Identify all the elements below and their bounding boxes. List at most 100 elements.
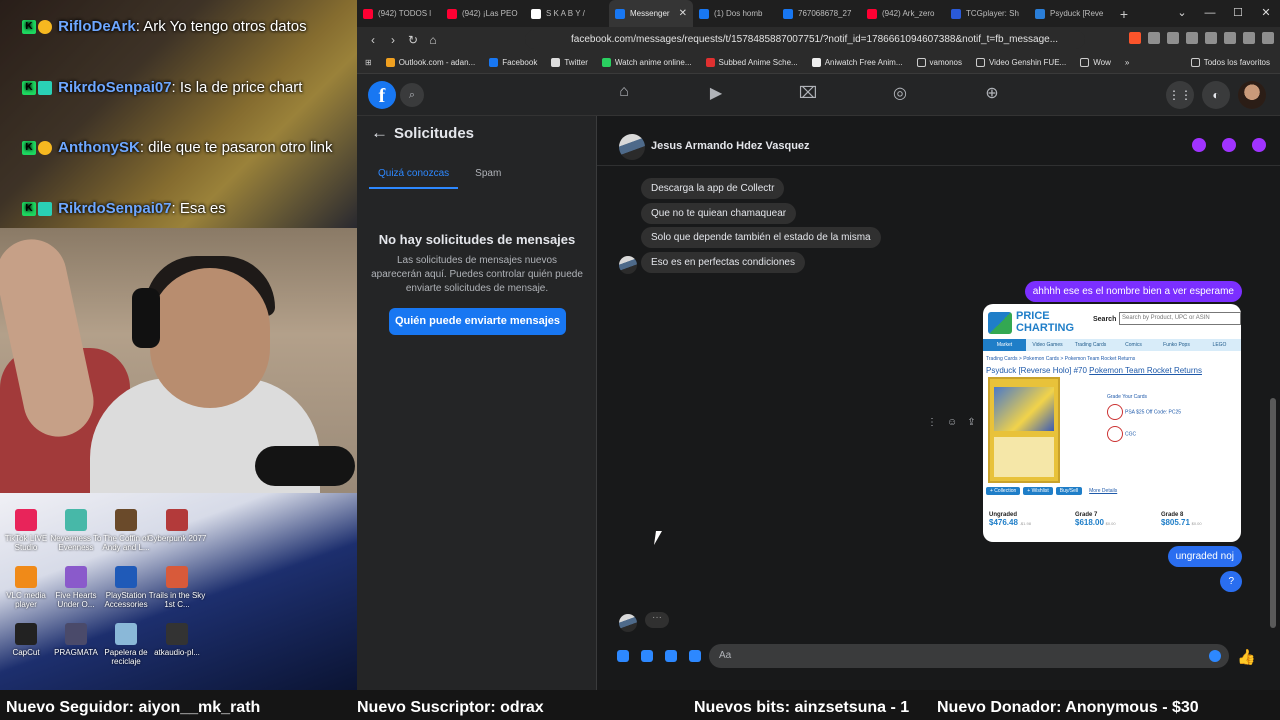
price-change: $0.00 [1105,521,1116,526]
requests-title: Solicitudes [394,125,475,142]
microphone-icon[interactable] [617,650,629,662]
extension-icon[interactable] [1186,32,1198,44]
notifications-icon[interactable]: ◐ [1202,81,1230,109]
marketplace-icon[interactable]: ⌧ [791,83,825,103]
menu-icon[interactable] [1262,32,1274,44]
all-bookmarks[interactable]: Todos los favoritos [1190,58,1270,67]
message-incoming[interactable]: Solo que depende también el estado de la… [641,227,881,248]
thumbs-up-icon[interactable]: 👍 [1237,648,1256,666]
extension-icon[interactable] [1243,32,1255,44]
desktop-icon-atkaudio[interactable]: atkaudio-pl... [147,623,207,657]
bookmark-folder[interactable]: vamonos [916,58,962,67]
bookmark-label: Twitter [564,58,588,67]
message-outgoing[interactable]: ahhhh ese es el nombre bien a ver espera… [1024,281,1242,302]
more-options-icon[interactable]: ⋮ [927,417,937,428]
extension-icon[interactable] [1205,32,1217,44]
message-incoming[interactable]: Eso es en perfectas condiciones [641,252,805,273]
browser-tab[interactable]: (942) TODOS l [357,0,441,27]
avatar[interactable] [1238,81,1266,109]
close-tab-icon[interactable]: ✕ [679,8,687,19]
pricecharting-logo-icon [988,312,1012,334]
minimize-icon[interactable]: — [1196,0,1224,27]
browser-tab[interactable]: (942) Ark_zero [861,0,945,27]
search-icon[interactable]: ⌕ [400,83,424,107]
bookmark-folder[interactable]: Wow [1080,58,1111,67]
phone-call-icon[interactable] [1192,138,1206,152]
facebook-logo-icon[interactable]: f [368,81,396,109]
url-field[interactable]: facebook.com/messages/requests/t/1578485… [525,30,1085,49]
extension-icon[interactable] [1167,32,1179,44]
back-arrow-icon[interactable]: ← [371,123,388,143]
image-attachment[interactable]: PRICE CHARTING Search Search by Product,… [983,304,1241,542]
message-outgoing[interactable]: ? [1220,571,1242,592]
stream-ticker: Nuevo Seguidor: aiyon__mk_rath Nuevo Sus… [0,690,1280,720]
vlc-cone-icon [15,566,37,588]
message-input[interactable]: Aa [709,644,1229,668]
message-incoming[interactable]: Descarga la app de Collectr [641,178,785,199]
sub-badge-icon [38,202,52,217]
video-call-icon[interactable] [1222,138,1236,152]
webcam-face [150,268,270,408]
info-icon[interactable] [1252,138,1266,152]
image-icon[interactable] [641,650,653,662]
back-icon[interactable]: ‹ [363,33,383,47]
browser-tab[interactable]: TCGplayer: Sh [945,0,1029,27]
extension-icon[interactable] [1224,32,1236,44]
react-icon[interactable]: ☺ [947,417,957,428]
tab-label: TCGplayer: Sh [966,9,1019,18]
close-window-icon[interactable]: ✕ [1252,0,1280,27]
bookmark-label: vamonos [929,58,962,67]
psa-grade: PSA $25 Off Code: PC25 [1107,404,1181,420]
message-outgoing[interactable]: ungraded noj [1167,546,1242,567]
who-can-message-button[interactable]: Quién puede enviarte mensajes [389,308,566,335]
bookmark-item[interactable]: Twitter [551,58,588,67]
folder-icon [1080,58,1090,67]
forward-icon[interactable]: ⇪ [967,417,975,428]
reload-icon[interactable]: ↻ [403,33,423,47]
desktop-icon-cyberpunk[interactable]: Cyberpunk 2077 [147,509,207,543]
scrollbar-thumb[interactable] [1270,398,1276,628]
tab-search-icon[interactable]: ⌄ [1168,0,1196,27]
emoji-icon[interactable] [1209,650,1221,662]
browser-tab[interactable]: (1) Dos homb [693,0,777,27]
gaming-icon[interactable]: ⊕ [975,83,1009,103]
bookmark-folder[interactable]: Video Genshin FUE... [975,58,1066,67]
browser-tab[interactable]: 767068678_27 [777,0,861,27]
brave-shield-icon[interactable] [1129,32,1141,44]
chat-username: RikrdoSenpai07 [58,200,172,217]
extension-icon[interactable] [1148,32,1160,44]
price-cell: Grade 7 $618.00 $0.00 [1069,512,1155,542]
bookmark-item[interactable]: Watch anime online... [601,58,692,67]
message-incoming[interactable]: Que no te quiean chamaquear [641,203,797,224]
apps-grid-icon[interactable]: ⊞ [365,58,372,67]
new-tab-button[interactable]: + [1113,6,1135,22]
contact-name[interactable]: Jesus Armando Hdez Vasquez [651,140,810,152]
scrollbar[interactable] [1270,172,1276,628]
avatar[interactable] [619,134,645,160]
video-icon[interactable]: ▶ [699,83,733,103]
bookmark-item[interactable]: Facebook [489,58,537,67]
home-icon[interactable]: ⌂ [607,83,641,103]
forward-icon[interactable]: › [383,33,403,47]
bookmark-item[interactable]: Aniwatch Free Anim... [811,58,903,67]
gif-icon[interactable] [689,650,701,662]
tab-maybe-know[interactable]: Quizá conozcas [369,163,459,189]
kick-badge-icon: K [22,81,36,96]
browser-tab[interactable]: (942) ¡Las PEO [441,0,525,27]
home-icon[interactable]: ⌂ [423,33,443,47]
tab-spam[interactable]: Spam [466,163,510,189]
browser-tab[interactable]: Psyduck [Reve [1029,0,1113,27]
bookmark-item[interactable]: Outlook.com - adan... [385,58,475,67]
sticker-icon[interactable] [665,650,677,662]
groups-icon[interactable]: ◎ [883,83,917,103]
bookmark-item[interactable]: Subbed Anime Sche... [705,58,798,67]
kick-badge-icon: K [22,141,36,156]
browser-tab-active[interactable]: Messenger ✕ [609,0,693,27]
desktop-icon-trails-in-the-sky[interactable]: Trails in the Sky 1st C... [147,566,207,609]
card-text-box [994,437,1054,477]
message-actions: ⋮ ☺ ⇪ [927,417,976,428]
browser-tab[interactable]: S K A B Y / [525,0,609,27]
menu-grid-icon[interactable]: ⋮⋮ [1166,81,1194,109]
maximize-icon[interactable]: ☐ [1224,0,1252,27]
bookmarks-overflow[interactable]: » [1125,58,1129,67]
